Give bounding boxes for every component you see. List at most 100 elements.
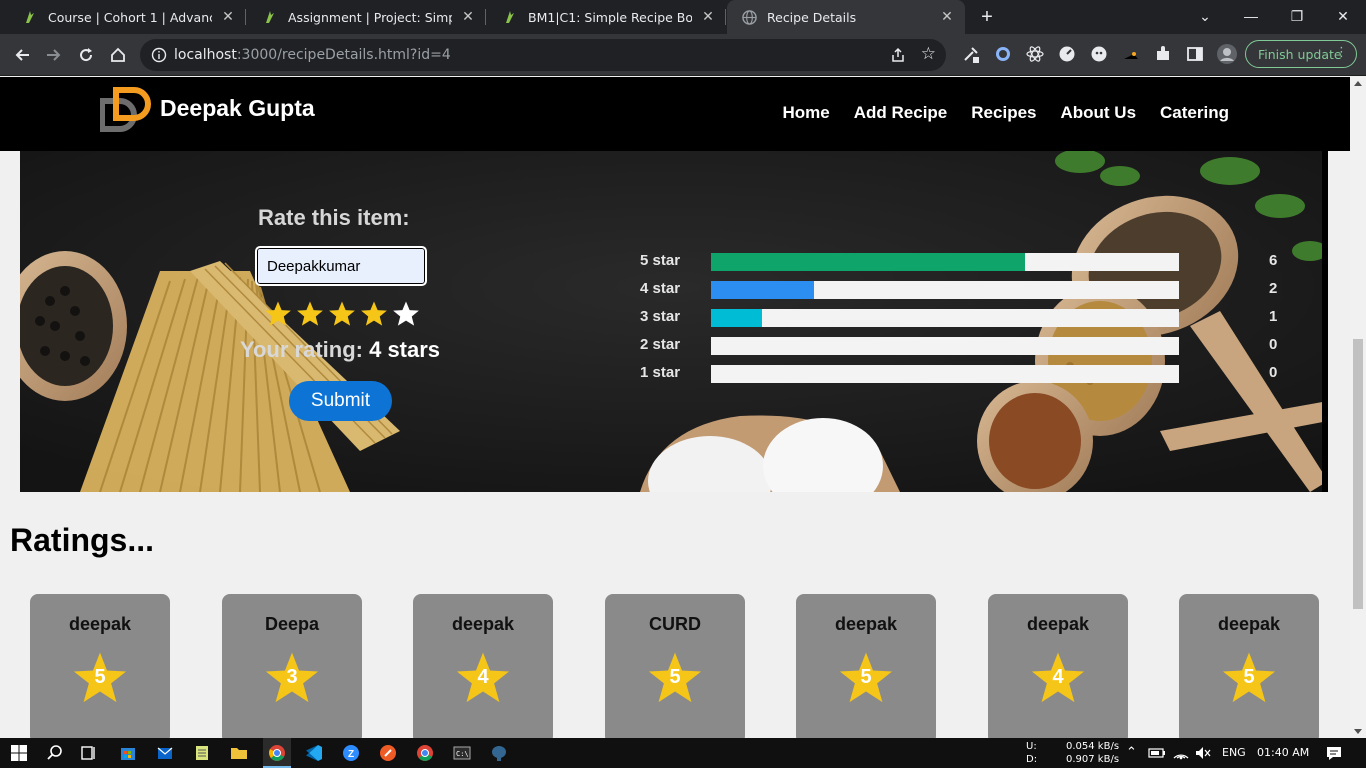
star-icon[interactable] (391, 299, 421, 329)
distribution-count: 0 (1269, 336, 1278, 353)
close-window-icon[interactable]: ✕ (1320, 0, 1366, 32)
close-tab-icon[interactable]: ✕ (460, 9, 476, 25)
close-tab-icon[interactable]: ✕ (220, 9, 236, 25)
browser-tab[interactable]: Course | Cohort 1 | Advance Full S ✕ (8, 0, 246, 34)
nav-add-recipe[interactable]: Add Recipe (854, 103, 948, 123)
extensions-puzzle-icon[interactable] (1154, 45, 1172, 63)
star-icon[interactable] (295, 299, 325, 329)
rating-card-value: 5 (94, 666, 106, 688)
mail-icon[interactable] (156, 744, 174, 762)
site-brand[interactable]: Deepak Gupta (160, 95, 315, 122)
windows-start-icon[interactable] (10, 744, 28, 762)
new-tab-plus-icon[interactable]: + (976, 6, 998, 28)
side-panel-icon[interactable] (1186, 45, 1204, 63)
tray-overflow-chevron-icon[interactable]: ⌃ (1126, 745, 1137, 760)
extension-hat-icon[interactable] (1122, 45, 1140, 63)
site-info-icon[interactable] (151, 47, 167, 68)
minimize-icon[interactable]: — (1228, 0, 1274, 32)
share-icon[interactable] (890, 47, 906, 68)
task-view-icon[interactable] (80, 744, 98, 762)
nav-about-us[interactable]: About Us (1060, 103, 1136, 123)
address-bar[interactable]: localhost:3000/recipeDetails.html?id=4 ☆ (140, 39, 946, 71)
store-icon[interactable] (119, 744, 137, 762)
browser-tab[interactable]: Assignment | Project: Simple Re ✕ (248, 0, 486, 34)
star-icon[interactable] (359, 299, 389, 329)
home-icon[interactable] (106, 43, 130, 67)
reviewer-name-input[interactable] (255, 246, 427, 286)
tab-search-chevron-icon[interactable]: ⌄ (1182, 0, 1228, 32)
reload-icon[interactable] (74, 43, 98, 67)
battery-icon[interactable] (1148, 744, 1166, 762)
more-vertical-icon[interactable]: ⋮ (1335, 45, 1348, 60)
rating-card-name: deepak (451, 614, 515, 634)
vscode-icon[interactable] (305, 744, 323, 762)
distribution-count: 6 (1269, 252, 1278, 269)
distribution-bar-track (711, 253, 1179, 271)
tab-favicon-icon (262, 9, 278, 25)
star-rating-selector (263, 299, 423, 333)
restore-icon[interactable]: ❐ (1274, 0, 1320, 32)
extension-circle-icon[interactable] (994, 45, 1012, 63)
notifications-icon[interactable] (1325, 744, 1343, 762)
distribution-label: 3 star (640, 308, 681, 325)
distribution-count: 2 (1269, 280, 1278, 297)
net-upload-label: U: (1026, 741, 1037, 752)
submit-rating-button[interactable]: Submit (289, 381, 392, 421)
scroll-down-arrow-icon[interactable] (1354, 729, 1362, 734)
ratings-heading: Ratings... (10, 522, 155, 558)
distribution-bar-track (711, 365, 1179, 383)
rating-card-value: 5 (1243, 666, 1255, 688)
terminal-icon[interactable]: C:\ (453, 744, 471, 762)
nav-recipes[interactable]: Recipes (971, 103, 1036, 123)
browser-tab[interactable]: BM1|C1: Simple Recipe Book ✕ (488, 0, 726, 34)
postman-icon[interactable] (379, 744, 397, 762)
finish-update-button[interactable]: Finish update ⋮ (1245, 40, 1357, 68)
nav-home[interactable]: Home (783, 103, 830, 123)
react-devtools-icon[interactable] (1026, 45, 1044, 63)
zoom-icon[interactable]: Z (342, 744, 360, 762)
extension-tool-icon[interactable] (962, 45, 980, 63)
rating-card-name: Deepa (264, 614, 320, 634)
rating-card-value: 5 (860, 666, 872, 688)
wifi-icon[interactable] (1172, 744, 1190, 762)
rating-card: deepak 5 (1179, 594, 1319, 738)
forward-arrow-icon[interactable] (42, 43, 66, 67)
star-icon[interactable] (327, 299, 357, 329)
gauge-extension-icon[interactable] (1058, 45, 1076, 63)
profile-avatar[interactable] (1216, 43, 1238, 65)
file-explorer-icon[interactable] (230, 744, 248, 762)
distribution-bar-fill (711, 253, 1025, 271)
close-tab-icon[interactable]: ✕ (700, 9, 716, 25)
browser-tab-active[interactable]: Recipe Details ✕ (727, 0, 965, 34)
back-arrow-icon[interactable] (10, 43, 34, 67)
rating-card-value: 4 (477, 666, 489, 688)
scrollbar-thumb[interactable] (1353, 339, 1363, 609)
language-indicator[interactable]: ENG (1222, 746, 1246, 759)
svg-text:Z: Z (348, 749, 354, 760)
close-tab-icon[interactable]: ✕ (939, 9, 955, 25)
volume-muted-icon[interactable] (1194, 744, 1212, 762)
rating-card-value: 5 (669, 666, 681, 688)
nav-catering[interactable]: Catering (1160, 103, 1229, 123)
notepad-icon[interactable] (193, 744, 211, 762)
bookmark-star-icon[interactable]: ☆ (921, 44, 936, 64)
page-viewport: Deepak Gupta Home Add Recipe Recipes Abo… (0, 77, 1350, 738)
clock[interactable]: 01:40 AM (1257, 746, 1309, 759)
star-icon[interactable] (263, 299, 293, 329)
scroll-up-arrow-icon[interactable] (1354, 81, 1362, 86)
distribution-label: 1 star (640, 364, 681, 381)
distribution-bar-track (711, 309, 1179, 327)
search-icon[interactable] (46, 744, 64, 762)
chrome-icon[interactable] (268, 744, 286, 762)
page-scrollbar[interactable] (1350, 77, 1366, 738)
rating-card-name: deepak (1217, 614, 1281, 634)
distribution-label: 5 star (640, 252, 681, 269)
dd-logo-icon[interactable] (100, 87, 158, 133)
net-download-speed: 0.907 kB/s (1066, 754, 1120, 765)
extension-face-icon[interactable] (1090, 45, 1108, 63)
browser-toolbar: localhost:3000/recipeDetails.html?id=4 ☆… (0, 34, 1366, 76)
windows-taskbar: Z C:\ U: D: 0.054 kB/s 0.907 kB/s ⌃ ENG … (0, 738, 1366, 768)
postgres-icon[interactable] (490, 744, 508, 762)
tab-title: Recipe Details (767, 9, 857, 25)
chrome-secondary-icon[interactable] (416, 744, 434, 762)
